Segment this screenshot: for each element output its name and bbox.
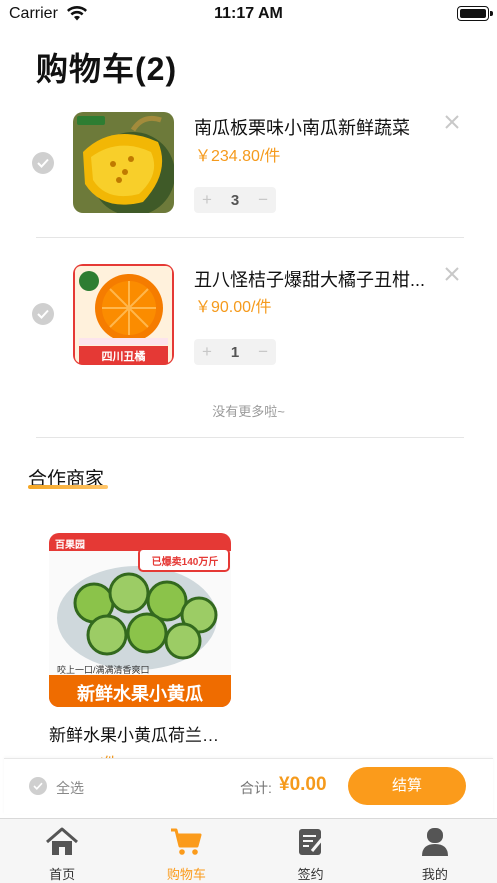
item-name[interactable]: 南瓜板栗味小南瓜新鲜蔬菜 (194, 114, 434, 140)
checkout-button[interactable]: 结算 (348, 767, 466, 805)
increase-button[interactable]: + (202, 190, 212, 210)
check-icon (33, 782, 43, 790)
item-price: ￥234.80/件 (195, 148, 281, 165)
image-caption: 四川丑橘 (101, 351, 146, 363)
item-name[interactable]: 丑八怪桔子爆甜大橘子丑柑... (194, 266, 434, 292)
heading-underline (28, 485, 108, 489)
image-tagline: 咬上一口/满满清香爽口 (57, 665, 150, 675)
select-all-checkbox[interactable] (29, 777, 47, 795)
image-banner: 新鲜水果小黄瓜 (77, 684, 203, 704)
quantity-value[interactable]: 1 (231, 344, 239, 361)
tab-label: 购物车 (166, 867, 206, 882)
check-icon (37, 309, 49, 319)
tab-bar: 首页 购物车 签约 我的 (0, 818, 497, 883)
pumpkin-image[interactable] (73, 112, 174, 213)
divider (36, 437, 464, 438)
close-icon[interactable] (444, 114, 460, 130)
brand-logo: 百果园 (55, 540, 85, 551)
item-price: ￥90.00/件 (195, 299, 272, 316)
quantity-stepper: + 1 − (194, 339, 276, 365)
decrease-button[interactable]: − (258, 190, 268, 210)
home-icon (46, 827, 79, 855)
profile-icon (421, 828, 448, 856)
tab-contract[interactable]: 签约 (249, 819, 373, 883)
contract-icon (298, 829, 323, 855)
cart-icon (171, 828, 202, 855)
cart-item: 南瓜板栗味小南瓜新鲜蔬菜 ￥234.80/件 + 3 − (0, 100, 497, 250)
tab-home[interactable]: 首页 (0, 819, 124, 883)
tab-label: 签约 (297, 867, 324, 882)
product-name[interactable]: 新鲜水果小黄瓜荷兰无... (49, 721, 231, 746)
product-card[interactable]: 百果园 已爆卖140万斤 咬上一口/满满清香爽口 新鲜水果小黄瓜 新鲜水果小黄瓜… (49, 533, 231, 774)
check-icon (37, 158, 49, 168)
checkout-bar: 全选 合计: ¥0.00 结算 (4, 758, 493, 814)
tab-cart[interactable]: 购物车 (124, 819, 248, 883)
close-icon[interactable] (444, 266, 460, 282)
total-amount: ¥0.00 (279, 774, 327, 795)
increase-button[interactable]: + (202, 342, 212, 362)
cart-item: 四川丑橘 丑八怪桔子爆甜大橘子丑柑... ￥90.00/件 + 1 − (0, 252, 497, 402)
quantity-stepper: + 3 − (194, 187, 276, 213)
battery-icon (457, 6, 493, 21)
sales-badge: 已爆卖140万斤 (151, 557, 219, 568)
quantity-value[interactable]: 3 (231, 192, 239, 209)
page-title: 购物车(2) (36, 51, 178, 87)
clock: 11:17 AM (214, 5, 283, 22)
item-checkbox[interactable] (32, 152, 54, 174)
no-more-text: 没有更多啦~ (212, 404, 285, 419)
status-bar: Carrier 11:17 AM (0, 0, 497, 28)
select-all-label[interactable]: 全选 (56, 778, 84, 798)
tab-label: 我的 (421, 867, 448, 882)
total-label: 合计: (240, 780, 272, 796)
tab-profile[interactable]: 我的 (373, 819, 497, 883)
decrease-button[interactable]: − (258, 342, 268, 362)
item-checkbox[interactable] (32, 303, 54, 325)
divider (36, 237, 464, 238)
tab-label: 首页 (49, 867, 76, 882)
